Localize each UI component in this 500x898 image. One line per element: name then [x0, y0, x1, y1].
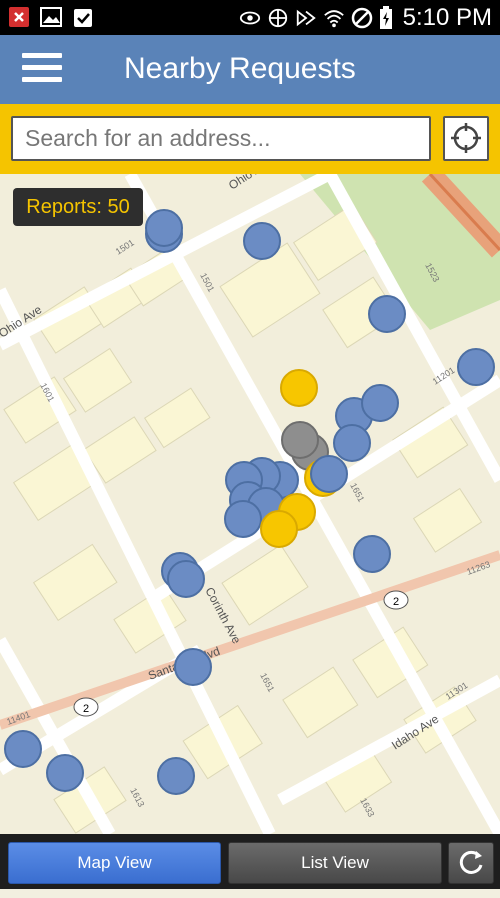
report-marker-blue[interactable] [46, 754, 84, 792]
report-marker-blue[interactable] [333, 424, 371, 462]
bottom-toolbar: Map View List View [0, 834, 500, 889]
map[interactable]: 2 2 Ohio Ave Ohio Ave Santa Fe Blvd Cori… [0, 174, 500, 834]
report-marker-blue[interactable] [174, 648, 212, 686]
report-marker-blue[interactable] [224, 500, 262, 538]
search-bar [0, 104, 500, 174]
clipboard-icon [74, 9, 92, 27]
page-title: Nearby Requests [124, 52, 356, 85]
mute-icon [296, 9, 316, 27]
wifi-icon [323, 10, 344, 28]
refresh-button[interactable] [448, 842, 494, 884]
map-canvas[interactable]: 2 2 Ohio Ave Ohio Ave Santa Fe Blvd Cori… [0, 174, 500, 834]
reports-count-badge: Reports: 50 [13, 188, 143, 226]
route-shield: 2 [383, 590, 409, 610]
report-marker-blue[interactable] [243, 222, 281, 260]
report-marker-blue[interactable] [368, 295, 406, 333]
report-marker-yellow[interactable] [280, 369, 318, 407]
route-shield: 2 [73, 697, 99, 717]
map-view-button[interactable]: Map View [8, 842, 221, 884]
status-bar: 5:10 PM [0, 0, 500, 35]
report-marker-blue[interactable] [457, 348, 495, 386]
report-marker-blue[interactable] [353, 535, 391, 573]
report-marker-blue[interactable] [167, 560, 205, 598]
locate-button[interactable] [443, 116, 489, 161]
battery-charging-icon [379, 6, 392, 29]
svg-text:2: 2 [393, 596, 399, 608]
eye-icon [239, 11, 260, 25]
data-icon [268, 8, 287, 28]
image-icon [40, 7, 62, 27]
app-header: Nearby Requests [0, 35, 500, 104]
error-icon [9, 7, 29, 27]
search-input[interactable] [11, 116, 431, 161]
crosshair-icon [451, 123, 481, 153]
list-view-button[interactable]: List View [228, 842, 442, 884]
clock: 5:10 PM [402, 4, 492, 31]
no-signal-icon [351, 7, 372, 29]
report-marker-blue[interactable] [361, 384, 399, 422]
report-marker-gray[interactable] [281, 421, 319, 459]
svg-text:2: 2 [83, 703, 89, 715]
report-marker-blue[interactable] [310, 455, 348, 493]
report-marker-yellow[interactable] [260, 510, 298, 548]
menu-icon[interactable] [22, 53, 62, 87]
refresh-icon [459, 850, 483, 874]
report-marker-blue[interactable] [4, 730, 42, 768]
report-marker-blue[interactable] [157, 757, 195, 795]
report-marker-blue[interactable] [145, 209, 183, 247]
